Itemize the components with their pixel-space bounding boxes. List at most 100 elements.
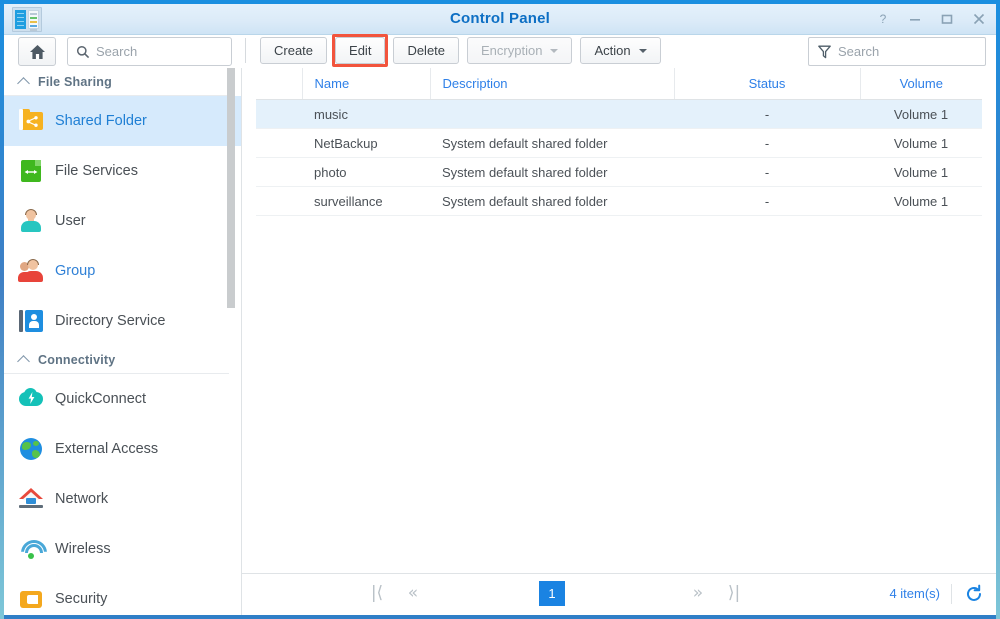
encryption-button-label: Encryption [481, 43, 543, 58]
sidebar-item-shared-folder[interactable]: Shared Folder [4, 96, 241, 146]
page-number-button[interactable]: 1 [539, 581, 565, 606]
encryption-button[interactable]: Encryption [467, 37, 573, 64]
control-panel-window: Control Panel ? Search Create Edit Delet… [0, 0, 1000, 619]
sidebar-section-file-sharing[interactable]: File Sharing [4, 68, 229, 96]
maximize-button[interactable] [940, 12, 954, 26]
row-name: NetBackup [302, 128, 430, 158]
window-border-bottom [4, 615, 996, 619]
table-row[interactable]: NetBackup System default shared folder -… [256, 128, 982, 158]
sidebar-item-external-access[interactable]: External Access [4, 424, 241, 474]
create-button-label: Create [274, 43, 314, 58]
row-status: - [674, 157, 860, 187]
security-icon [18, 586, 44, 612]
search-placeholder: Search [96, 44, 138, 59]
table-row[interactable]: music - Volume 1 [256, 99, 982, 129]
row-select-cell[interactable] [256, 99, 302, 129]
close-button[interactable] [972, 12, 986, 26]
column-description[interactable]: Description [430, 68, 675, 100]
row-name: surveillance [302, 186, 430, 216]
previous-page-button[interactable]: « [400, 585, 426, 602]
content-pane: Name Description Status Volume music - V… [242, 68, 996, 615]
sidebar-item-label: QuickConnect [55, 390, 147, 407]
sidebar-item-label: Group [55, 262, 96, 279]
group-icon [18, 258, 44, 284]
pagination-bar: |⟨ « 1 » ⟩| 4 item(s) [242, 573, 996, 615]
row-description: System default shared folder [430, 157, 674, 187]
delete-button[interactable]: Delete [393, 37, 460, 64]
quickconnect-icon [18, 386, 44, 412]
toolbar-divider [245, 38, 246, 63]
row-name: photo [302, 157, 430, 187]
home-button[interactable] [18, 37, 56, 66]
file-services-icon [18, 158, 44, 184]
row-volume: Volume 1 [860, 99, 982, 129]
help-button[interactable]: ? [876, 12, 890, 26]
row-select-cell[interactable] [256, 157, 302, 187]
wireless-icon [18, 536, 47, 562]
search-icon [76, 45, 90, 59]
row-description: System default shared folder [430, 186, 674, 216]
sidebar-item-label: Network [55, 490, 109, 507]
next-page-button[interactable]: » [685, 585, 711, 602]
window-controls: ? [876, 4, 986, 34]
first-page-button[interactable]: |⟨ [364, 585, 390, 602]
refresh-button[interactable] [964, 584, 984, 604]
sidebar-item-directory-service[interactable]: Directory Service [4, 296, 241, 346]
sidebar-item-quickconnect[interactable]: QuickConnect [4, 374, 241, 424]
table-row[interactable]: photo System default shared folder - Vol… [256, 157, 982, 187]
page-title: Control Panel [449, 10, 551, 27]
column-status[interactable]: Status [674, 68, 861, 100]
edit-button-label: Edit [349, 43, 372, 58]
sidebar-item-label: User [55, 212, 86, 229]
action-button-label: Action [594, 43, 631, 58]
item-count-label: 4 item(s) [889, 586, 940, 601]
minimize-button[interactable] [908, 12, 922, 26]
column-select[interactable] [256, 68, 303, 100]
filter-placeholder: Search [838, 44, 880, 59]
sidebar-list: File Sharing Shared Folder File Services [4, 68, 241, 615]
row-volume: Volume 1 [860, 186, 982, 216]
row-status: - [674, 186, 860, 216]
svg-text:?: ? [880, 12, 887, 26]
sidebar-item-security[interactable]: Security [4, 574, 241, 615]
chevron-down-icon [638, 48, 647, 53]
row-name: music [302, 99, 430, 129]
last-page-button[interactable]: ⟩| [721, 585, 747, 602]
title-bar: Control Panel ? [4, 4, 996, 35]
sidebar-item-wireless[interactable]: Wireless [4, 524, 241, 574]
table-row[interactable]: surveillance System default shared folde… [256, 186, 982, 216]
edit-button[interactable]: Edit [335, 37, 386, 64]
row-description [430, 99, 674, 129]
row-select-cell[interactable] [256, 186, 302, 216]
column-volume[interactable]: Volume [860, 68, 982, 100]
sidebar-item-label: File Services [55, 162, 138, 179]
row-status: - [674, 99, 860, 129]
row-select-cell[interactable] [256, 128, 302, 158]
row-volume: Volume 1 [860, 128, 982, 158]
network-icon [18, 486, 44, 512]
search-input[interactable]: Search [67, 37, 232, 66]
filter-icon [818, 45, 831, 59]
table-scrollbar-track[interactable] [982, 68, 996, 568]
sidebar-item-user[interactable]: User [4, 196, 241, 246]
sidebar-item-label: Shared Folder [55, 112, 147, 129]
sidebar-section-connectivity-label: Connectivity [38, 352, 116, 367]
external-access-icon [18, 436, 44, 462]
shared-folder-icon [18, 108, 44, 134]
action-button[interactable]: Action [580, 37, 661, 64]
sidebar-section-connectivity[interactable]: Connectivity [4, 346, 229, 374]
sidebar-item-network[interactable]: Network [4, 474, 241, 524]
filter-search-input[interactable]: Search [808, 37, 986, 66]
chevron-up-icon [19, 76, 30, 87]
home-icon [29, 44, 45, 59]
create-button[interactable]: Create [260, 37, 328, 64]
sidebar-item-label: Wireless [55, 540, 111, 557]
sidebar-item-label: Security [55, 590, 108, 607]
column-name[interactable]: Name [302, 68, 431, 100]
table-header-row: Name Description Status Volume [256, 68, 982, 100]
sidebar-item-file-services[interactable]: File Services [4, 146, 241, 196]
sidebar-scrollbar-thumb[interactable] [227, 68, 235, 308]
delete-button-label: Delete [407, 43, 446, 58]
sidebar-item-group[interactable]: Group [4, 246, 241, 296]
toolbar: Search Create Edit Delete Encryption Act… [4, 35, 996, 67]
